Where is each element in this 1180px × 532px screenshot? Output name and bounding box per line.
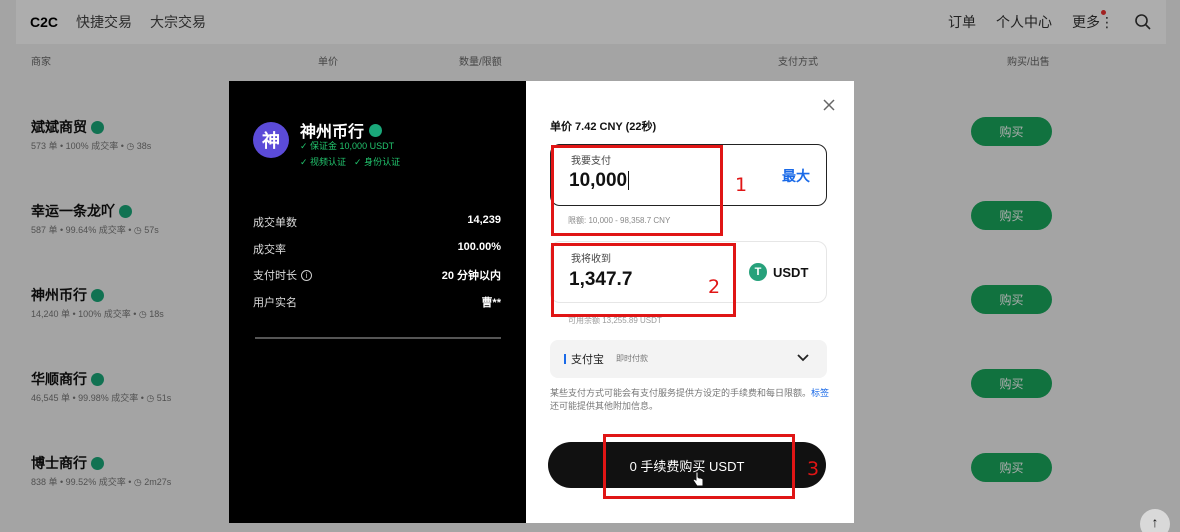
- payment-method-name: 支付宝: [571, 354, 604, 366]
- tether-icon: T: [749, 263, 767, 281]
- close-icon[interactable]: [822, 98, 836, 112]
- scroll-top-button[interactable]: ↑: [1140, 509, 1170, 532]
- stat-pay-time: 支付时长 i 20 分钟以内: [253, 267, 501, 283]
- stat-label: 用户实名: [253, 297, 297, 309]
- payment-method-select[interactable]: 支付宝 即时付款: [550, 340, 827, 378]
- currency-label: USDT: [773, 264, 809, 280]
- note-tail: 还可能提供其他附加信息。: [550, 401, 659, 411]
- max-button[interactable]: 最大: [782, 166, 810, 186]
- merchant-panel: 神 神州币行 ✓ 保证金 10,000 USDT ✓ 视频认证 ✓ 身份认证 成…: [229, 81, 526, 523]
- deposit-badge: ✓ 保证金 10,000 USDT: [300, 141, 395, 151]
- note-text: 某些支付方式可能会有支付服务提供方设定的手续费和每日限额。: [550, 388, 812, 398]
- annotation-box-3: [603, 434, 795, 499]
- payment-method-sub: 即时付款: [616, 354, 648, 363]
- info-icon[interactable]: i: [301, 269, 312, 281]
- stat-value: 14,239: [467, 214, 501, 226]
- stat-value: 100.00%: [457, 241, 501, 253]
- stat-rate: 成交率 100.00%: [253, 241, 501, 257]
- stat-orders: 成交单数 14,239: [253, 214, 501, 230]
- stat-label-wrap: 支付时长 i: [253, 267, 312, 283]
- arrow-up-icon: ↑: [1151, 514, 1159, 530]
- verified-icon: [369, 123, 383, 137]
- avatar: 神: [253, 122, 289, 158]
- payment-color-bar: [564, 354, 566, 364]
- currency-selector[interactable]: T USDT: [749, 263, 808, 281]
- annotation-number-3: 3: [807, 458, 820, 480]
- annotation-number-1: 1: [735, 174, 748, 196]
- chevron-down-icon: [797, 354, 809, 362]
- annotation-number-2: 2: [708, 276, 721, 298]
- divider: [255, 337, 501, 339]
- annotation-box-1: [551, 145, 723, 236]
- note-link[interactable]: 标签: [811, 388, 829, 398]
- stat-value: 20 分钟以内: [441, 270, 501, 282]
- stat-label: 成交率: [253, 244, 286, 256]
- stat-value: 曹**: [481, 297, 501, 309]
- stat-realname: 用户实名 曹**: [253, 294, 501, 310]
- id-verified-badge: ✓ 身份认证: [354, 157, 401, 167]
- payment-note: 某些支付方式可能会有支付服务提供方设定的手续费和每日限额。标签 还可能提供其他附…: [550, 387, 830, 413]
- stat-label: 支付时长: [253, 270, 297, 282]
- unit-price: 单价 7.42 CNY (22秒): [550, 121, 657, 133]
- verification-badges: ✓ 视频认证 ✓ 身份认证: [300, 155, 400, 168]
- stat-label: 成交单数: [253, 217, 297, 229]
- video-verified-badge: ✓ 视频认证: [300, 157, 347, 167]
